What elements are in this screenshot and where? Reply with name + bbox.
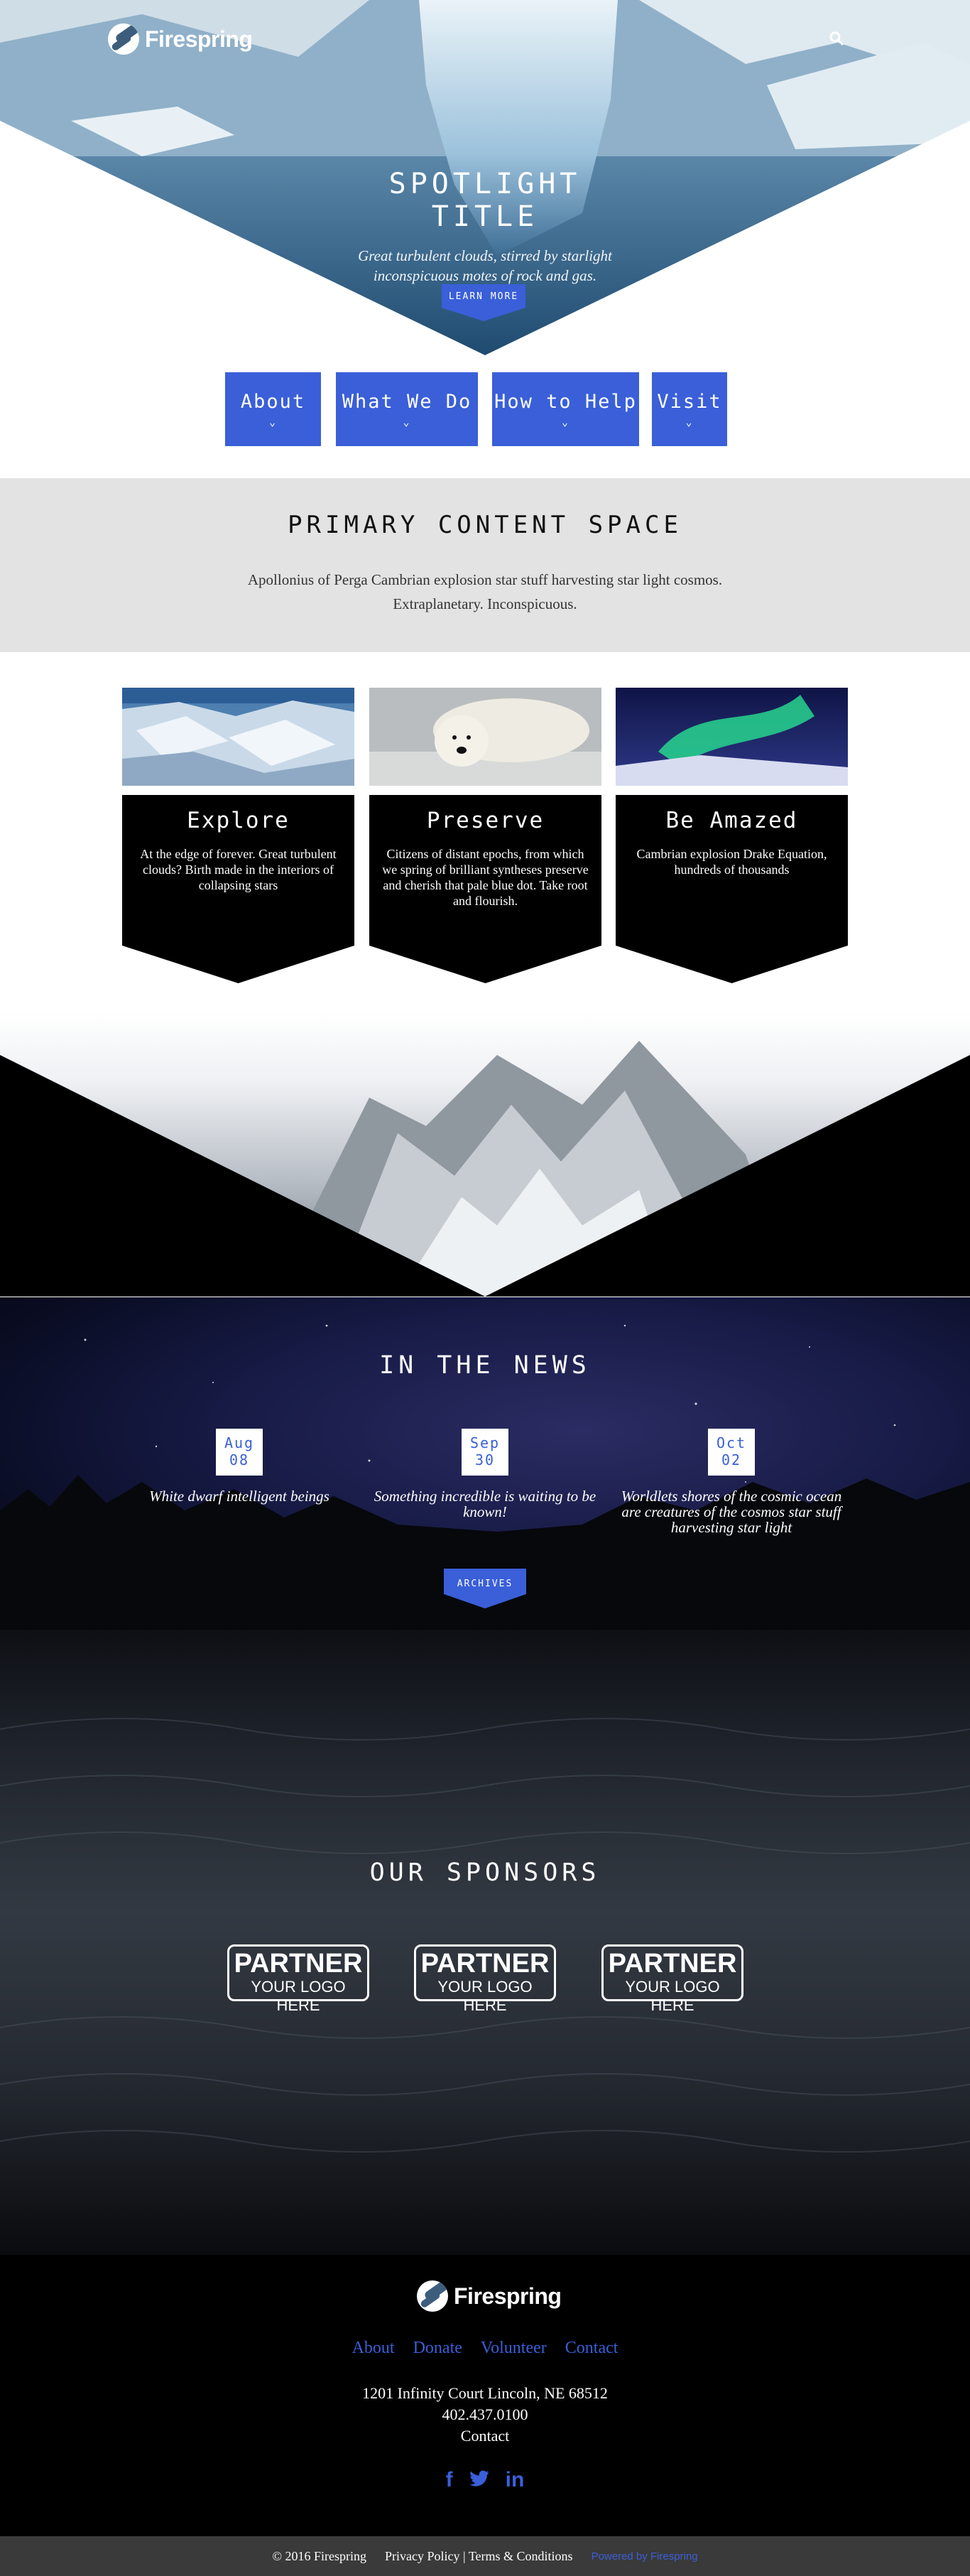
facebook-icon[interactable]: f <box>446 2468 453 2492</box>
card-image-glacier <box>122 688 354 786</box>
sponsors-section: OUR SPONSORS PARTNER YOUR LOGO HERE PART… <box>0 1630 970 2255</box>
primary-text: Apollonius of Perga Cambrian explosion s… <box>247 571 723 612</box>
social-links: f in <box>0 2468 970 2492</box>
ocean-background <box>0 1718 970 2153</box>
firespring-logo-icon <box>417 2280 448 2312</box>
hero-subtitle: Great turbulent clouds, stirred by starl… <box>358 247 612 284</box>
brand-logo[interactable]: Firespring <box>108 23 253 55</box>
card-title: Preserve <box>426 808 545 833</box>
feature-card-explore[interactable]: Explore At the edge of forever. Great tu… <box>122 688 354 983</box>
date-month: Aug <box>224 1434 255 1451</box>
hero-content: SPOTLIGHT TITLE Great turbulent clouds, … <box>343 168 627 286</box>
partner-line1: PARTNER <box>608 1949 737 1979</box>
nav-item-label: Visit <box>657 391 722 413</box>
card-image-aurora <box>616 688 848 786</box>
card-title: Explore <box>187 808 290 833</box>
news-item[interactable]: Aug 08 White dwarf intelligent beings <box>122 1429 356 1504</box>
footer: Firespring About Donate Volunteer Contac… <box>0 2255 970 2536</box>
linkedin-icon[interactable]: in <box>506 2468 525 2492</box>
card-text: At the edge of forever. Great turbulent … <box>140 847 337 892</box>
footer-link-volunteer[interactable]: Volunteer <box>481 2339 547 2357</box>
partner-logo[interactable]: PARTNER YOUR LOGO HERE <box>601 1944 743 2014</box>
footer-address-block: 1201 Infinity Court Lincoln, NE 68512 40… <box>0 2383 970 2447</box>
chevron-down-icon: ⌄ <box>268 416 278 428</box>
date-badge: Oct 02 <box>708 1429 755 1476</box>
partner-line1: PARTNER <box>420 1949 550 1979</box>
address: 1201 Infinity Court Lincoln, NE 68512 <box>362 2384 608 2402</box>
news-item[interactable]: Oct 02 Worldlets shores of the cosmic oc… <box>614 1429 849 1535</box>
footer-logo[interactable]: Firespring <box>417 2280 562 2312</box>
footer-link-contact[interactable]: Contact <box>565 2339 618 2357</box>
news-section: IN THE NEWS Aug 08 White dwarf intellige… <box>0 1297 970 1630</box>
main-nav: About ⌄ What We Do ⌄ How to Help ⌄ Visit… <box>0 372 970 446</box>
partner-line2: YOUR LOGO HERE <box>437 1978 533 2014</box>
phone[interactable]: 402.437.0100 <box>0 2404 970 2425</box>
date-day: 02 <box>721 1451 742 1468</box>
nav-item-label: How to Help <box>494 391 637 413</box>
news-item[interactable]: Sep 30 Something incredible is waiting t… <box>368 1429 602 1520</box>
card-body: Explore At the edge of forever. Great tu… <box>122 795 354 983</box>
privacy-link[interactable]: Privacy Policy <box>385 2549 460 2563</box>
firespring-logo-icon <box>108 23 139 55</box>
mountain-divider <box>0 1012 970 1297</box>
terms-link[interactable]: Terms & Conditions <box>469 2549 573 2563</box>
nav-item-how-to-help[interactable]: How to Help ⌄ <box>492 372 639 446</box>
date-month: Oct <box>716 1434 747 1451</box>
date-day: 30 <box>474 1451 496 1468</box>
footer-links: About Donate Volunteer Contact <box>0 2339 970 2358</box>
nav-item-label: About <box>240 391 306 413</box>
chevron-down-icon: ⌄ <box>561 416 570 428</box>
partner-line2: YOUR LOGO HERE <box>625 1978 720 2014</box>
card-text: Cambrian explosion Drake Equation, hundr… <box>636 847 827 877</box>
legal-links: Privacy Policy | Terms & Conditions <box>385 2549 573 2564</box>
hero-title: SPOTLIGHT TITLE <box>388 168 582 233</box>
mountain-image <box>0 1041 970 1297</box>
nav-item-about[interactable]: About ⌄ <box>225 372 321 446</box>
hero-banner: Firespring SPOTLIGHT TITLE Great turbule… <box>0 0 970 355</box>
nav-item-visit[interactable]: Visit ⌄ <box>652 372 727 446</box>
card-text: Citizens of distant epochs, from which w… <box>382 847 589 908</box>
twitter-icon[interactable] <box>469 2468 490 2489</box>
card-body: Preserve Citizens of distant epochs, fro… <box>369 795 601 983</box>
news-text: Something incredible is waiting to be kn… <box>374 1488 596 1520</box>
footer-link-about[interactable]: About <box>352 2339 395 2357</box>
date-badge: Sep 30 <box>462 1429 508 1476</box>
feature-card-preserve[interactable]: Preserve Citizens of distant epochs, fro… <box>369 688 601 983</box>
bottom-bar: © 2016 Firespring Privacy Policy | Terms… <box>0 2536 970 2576</box>
contact-link[interactable]: Contact <box>0 2425 970 2447</box>
brand-name: Firespring <box>145 26 253 52</box>
partner-logo[interactable]: PARTNER YOUR LOGO HERE <box>227 1944 369 2014</box>
news-text: Worldlets shores of the cosmic ocean are… <box>621 1488 842 1536</box>
news-title: IN THE NEWS <box>379 1351 591 1380</box>
nav-item-what-we-do[interactable]: What We Do ⌄ <box>336 372 478 446</box>
powered-by-link[interactable]: Powered by Firespring <box>592 2550 698 2563</box>
news-text: White dwarf intelligent beings <box>149 1488 329 1505</box>
feature-card-be-amazed[interactable]: Be Amazed Cambrian explosion Drake Equat… <box>616 688 848 983</box>
separator: | <box>463 2548 469 2563</box>
sponsors-title: OUR SPONSORS <box>369 1858 601 1887</box>
card-body: Be Amazed Cambrian explosion Drake Equat… <box>616 795 848 983</box>
copyright: © 2016 Firespring <box>272 2548 367 2563</box>
primary-title: PRIMARY CONTENT SPACE <box>288 511 682 539</box>
chevron-down-icon: ⌄ <box>403 416 411 428</box>
partner-line1: PARTNER <box>234 1949 363 1979</box>
partner-logo[interactable]: PARTNER YOUR LOGO HERE <box>414 1944 556 2014</box>
search-icon[interactable] <box>828 30 845 47</box>
date-badge: Aug 08 <box>216 1429 263 1476</box>
date-month: Sep <box>469 1434 501 1451</box>
card-title: Be Amazed <box>665 808 798 833</box>
chevron-down-icon: ⌄ <box>685 416 694 428</box>
date-day: 08 <box>229 1451 250 1468</box>
nav-item-label: What We Do <box>342 391 472 413</box>
card-image-polar-bear <box>369 688 601 786</box>
primary-content: PRIMARY CONTENT SPACE Apollonius of Perg… <box>0 478 970 652</box>
brand-name: Firespring <box>454 2283 562 2309</box>
partner-line2: YOUR LOGO HERE <box>251 1978 346 2014</box>
page: Firespring SPOTLIGHT TITLE Great turbule… <box>0 0 970 2576</box>
footer-link-donate[interactable]: Donate <box>413 2339 462 2357</box>
